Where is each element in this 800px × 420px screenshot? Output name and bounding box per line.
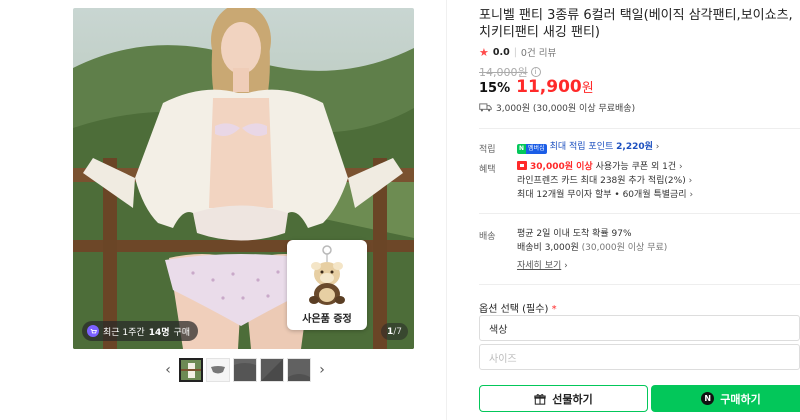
rating-separator: | <box>513 46 517 58</box>
delivery-fee-note: (30,000원 이상 무료) <box>581 243 668 253</box>
counter-total: /7 <box>393 326 403 337</box>
rating-score: 0.0 <box>492 46 510 58</box>
npay-membership-badge: N 멤버십 <box>517 144 547 154</box>
coupon-row[interactable]: 30,000원 이상 사용가능 쿠폰 외 1건 › <box>517 160 693 174</box>
benefit-label: 혜택 <box>479 165 496 175</box>
details-link[interactable]: 자세히 보기 <box>517 261 561 271</box>
thumbnail-strip: ‹ › <box>160 357 330 383</box>
gift-button[interactable]: 선물하기 <box>479 385 648 412</box>
thumbnail-prev-button[interactable]: ‹ <box>160 358 176 382</box>
chevron-right-icon: › <box>319 362 325 378</box>
chevron-right-icon: › <box>655 142 660 152</box>
review-count: 0건 리뷰 <box>520 48 557 59</box>
delivery-fee: 배송비 3,000원 <box>517 243 579 253</box>
points-value: 2,220원 <box>616 142 653 152</box>
product-title: 포니벨 팬티 3종류 6컬러 택일(베이직 삼각팬티,보이쇼츠,치키티팬티 새깅… <box>479 8 793 40</box>
info-icon[interactable]: i <box>530 67 541 77</box>
arrival-text: 평균 2일 이내 도착 확률 97% <box>517 229 632 239</box>
thumbnail-2[interactable] <box>206 358 230 382</box>
chevron-right-icon: › <box>679 162 683 172</box>
divider-1 <box>479 128 800 129</box>
star-icon: ★ <box>479 45 489 59</box>
currency-unit: 원 <box>581 81 594 96</box>
buyers-prefix: 최근 1주간 <box>103 327 145 338</box>
points-row[interactable]: N 멤버십 최대 적립 포인트 2,220원 › <box>517 140 659 154</box>
color-select[interactable]: 색상 <box>479 315 800 341</box>
chevron-right-icon: › <box>564 261 568 271</box>
image-counter: 1 /7 <box>381 323 409 340</box>
delivery-fee-row: 배송비 3,000원 (30,000원 이상 무료) <box>517 241 667 255</box>
rating-summary[interactable]: ★ 0.0 | 0건 리뷰 <box>479 45 557 60</box>
coupon-icon <box>517 161 527 170</box>
recent-buyers-badge: 최근 1주간 14명 구매 <box>82 321 199 341</box>
chevron-right-icon: › <box>689 190 694 200</box>
keyring-doll-image <box>309 245 345 305</box>
coupon-amount: 30,000원 이상 <box>530 162 593 172</box>
gift-icon <box>534 393 546 405</box>
sale-price: 11,900원 <box>516 77 594 97</box>
buy-button[interactable]: N 구매하기 <box>651 385 800 412</box>
thumbnail-5[interactable] <box>287 358 311 382</box>
shipping-summary-text: 3,000원 (30,000원 이상 무료배송) <box>496 104 636 114</box>
shipping-summary: 3,000원 (30,000원 이상 무료배송) <box>479 101 635 114</box>
details-link-row[interactable]: 자세히 보기 › <box>517 259 667 273</box>
installment-row[interactable]: 최대 12개월 무이자 할부 • 60개월 특별금리 › <box>517 188 693 202</box>
option-label: 옵션 선택 (필수) * <box>479 304 557 315</box>
gift-label: 사은품 증정 <box>302 314 352 325</box>
column-divider <box>446 0 447 420</box>
truck-icon <box>479 103 492 112</box>
product-gallery: 최근 1주간 14명 구매 1 /7 사은품 증정 ‹ › <box>0 0 445 420</box>
chevron-right-icon: › <box>688 176 693 186</box>
thumbnail-3[interactable] <box>233 358 257 382</box>
buyers-count: 14명 <box>148 327 170 338</box>
coupon-text: 사용가능 쿠폰 외 1건 <box>595 162 677 172</box>
installment-text: 최대 12개월 무이자 할부 • 60개월 특별금리 <box>517 190 687 200</box>
divider-3 <box>479 284 800 285</box>
card-benefit-row[interactable]: 라인프렌즈 카드 최대 238원 추가 적립(2%) › <box>517 174 693 188</box>
buy-button-label: 구매하기 <box>720 392 761 406</box>
gift-button-label: 선물하기 <box>552 392 593 406</box>
discount-rate: 15% <box>479 81 511 96</box>
buyers-suffix: 구매 <box>173 327 191 338</box>
size-select[interactable]: 사이즈 <box>479 344 800 370</box>
cart-icon <box>87 325 99 337</box>
divider-2 <box>479 213 800 214</box>
card-text: 라인프렌즈 카드 최대 238원 추가 적립(2%) <box>517 176 686 186</box>
sale-price-row: 15% 11,900원 <box>479 77 594 97</box>
benefit-list: 30,000원 이상 사용가능 쿠폰 외 1건 › 라인프렌즈 카드 최대 23… <box>517 160 693 202</box>
delivery-info: 평균 2일 이내 도착 확률 97% 배송비 3,000원 (30,000원 이… <box>517 227 667 273</box>
sale-price-value: 11,900 <box>516 77 582 97</box>
required-mark: * <box>551 304 557 315</box>
delivery-label: 배송 <box>479 232 496 242</box>
thumbnail-4[interactable] <box>260 358 284 382</box>
points-text: 최대 적립 포인트 2,220원 <box>549 142 653 152</box>
product-info: 포니벨 팬티 3종류 6컬러 택일(베이직 삼각팬티,보이쇼츠,치키티팬티 새깅… <box>479 0 800 420</box>
chevron-left-icon: ‹ <box>165 362 171 378</box>
npay-icon: N <box>701 392 715 405</box>
thumbnail-next-button[interactable]: › <box>314 358 330 382</box>
points-label: 적립 <box>479 145 496 155</box>
thumbnail-1[interactable] <box>179 358 203 382</box>
free-gift-card[interactable]: 사은품 증정 <box>287 240 367 330</box>
